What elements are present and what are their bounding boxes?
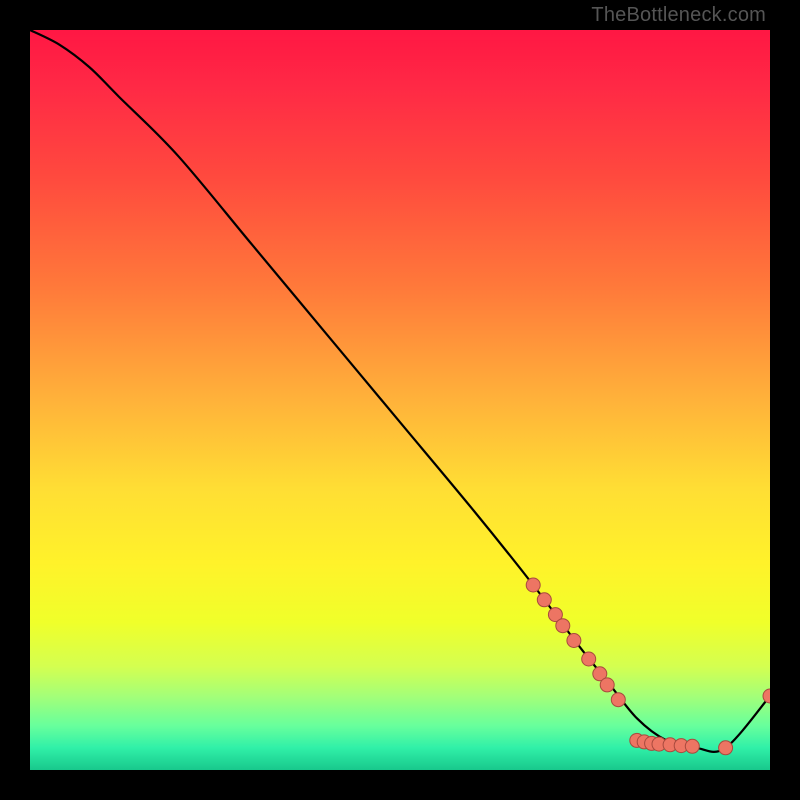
watermark-text: TheBottleneck.com [591, 4, 766, 27]
data-marker [567, 634, 581, 648]
data-marker [582, 652, 596, 666]
data-marker [537, 593, 551, 607]
chart-overlay [30, 30, 770, 770]
data-marker [600, 678, 614, 692]
data-marker [685, 739, 699, 753]
data-marker [611, 693, 625, 707]
bottleneck-curve-line [30, 30, 770, 752]
chart-frame [30, 30, 770, 770]
data-marker [719, 741, 733, 755]
data-marker [556, 619, 570, 633]
data-marker [526, 578, 540, 592]
data-marker [763, 689, 770, 703]
